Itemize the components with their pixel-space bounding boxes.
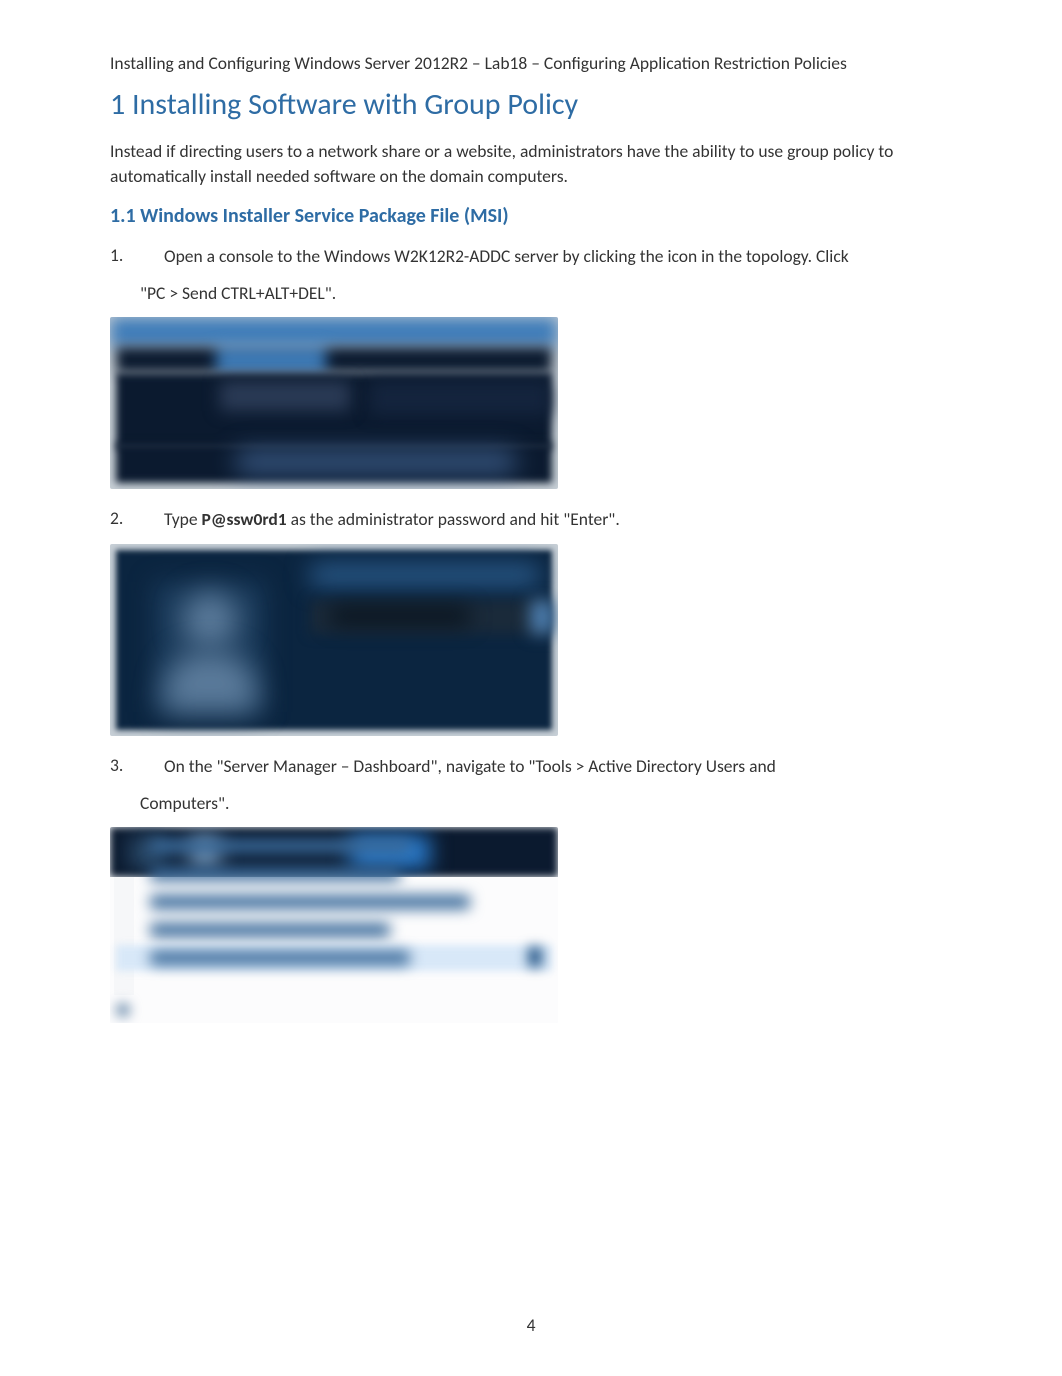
- step-number: 1.: [110, 244, 154, 269]
- step-text-cont: Computers".: [140, 791, 952, 816]
- step-text: On the "Server Manager – Dashboard", nav…: [154, 754, 952, 779]
- heading-1: 1 Installing Software with Group Policy: [110, 86, 952, 123]
- screenshot-console-menu: [110, 317, 558, 489]
- step-text-post: as the administrator password and hit "E…: [287, 508, 620, 530]
- heading-2: 1.1 Windows Installer Service Package Fi…: [110, 204, 952, 228]
- page-number: 4: [0, 1314, 1062, 1336]
- password-literal: P@ssw0rd1: [202, 508, 287, 530]
- screenshot-login: [110, 544, 558, 736]
- step-item: 1. Open a console to the Windows W2K12R2…: [110, 244, 952, 269]
- step-text-cont: "PC > Send CTRL+ALT+DEL".: [140, 281, 952, 306]
- step-item: 2. Type P@ssw0rd1 as the administrator p…: [110, 507, 952, 532]
- step-item: 3. On the "Server Manager – Dashboard", …: [110, 754, 952, 779]
- step-text-pre: Type: [164, 508, 202, 530]
- step-text: Type P@ssw0rd1 as the administrator pass…: [154, 507, 952, 532]
- screenshot-tools-menu: [110, 827, 558, 1023]
- step-number: 3.: [110, 754, 154, 779]
- page-header: Installing and Configuring Windows Serve…: [110, 52, 952, 74]
- intro-paragraph: Instead if directing users to a network …: [110, 139, 952, 190]
- step-number: 2.: [110, 507, 154, 532]
- step-text: Open a console to the Windows W2K12R2-AD…: [154, 244, 952, 269]
